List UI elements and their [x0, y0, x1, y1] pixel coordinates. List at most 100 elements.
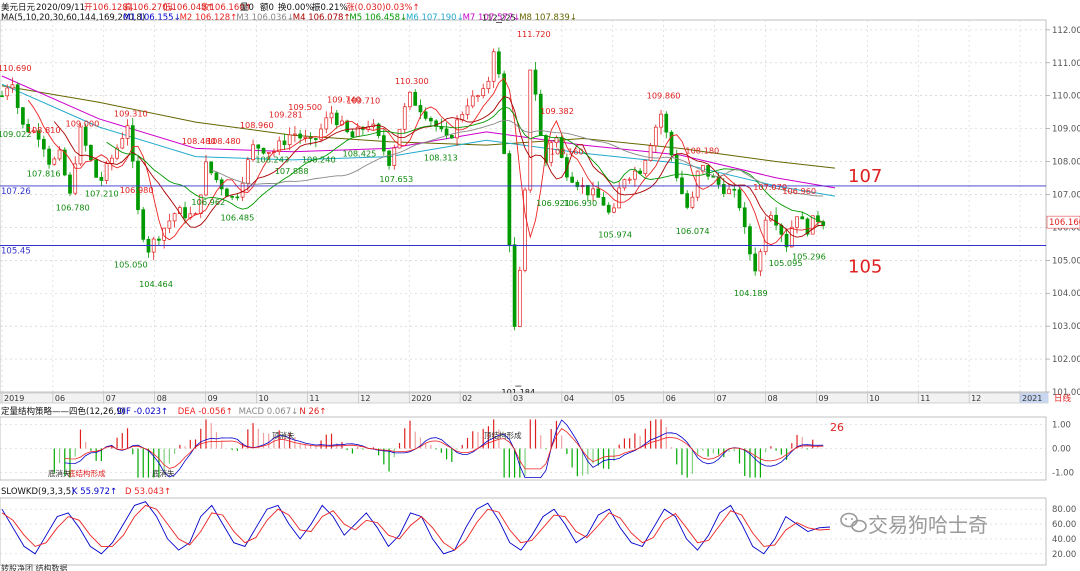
time-tick-label: 09 [208, 394, 218, 403]
candle-body [774, 214, 778, 226]
candle-body [10, 84, 15, 89]
footer-partial: 转股净团 结构数据 [1, 563, 68, 571]
price-extreme-label: 108.180 [685, 146, 719, 156]
candle-body [120, 138, 125, 149]
macd-legend-item: DIF -0.023↑ [117, 407, 168, 417]
price-extreme-label: 109.382 [540, 106, 574, 116]
quote-header: 美元日元 2020/09/11 开106.128↓ 高106.270↓ 低106… [1, 2, 420, 13]
candle-body [633, 170, 637, 180]
time-tick-label: 10 [259, 394, 269, 403]
price-extreme-label: 106.930 [563, 198, 597, 208]
candle-body [141, 209, 146, 240]
candle-body [622, 179, 627, 189]
time-tick-label: 03 [513, 394, 523, 403]
candle-body [606, 204, 611, 213]
signal-label: 顶消失 [272, 430, 295, 440]
candle-body [789, 226, 794, 248]
period-tag: 日线 [1054, 393, 1072, 404]
candle-body [345, 120, 350, 133]
kd-legend-item: K 55.972↑ [72, 487, 117, 497]
candle-body [251, 144, 255, 161]
candle-body [821, 221, 826, 226]
price-extreme-label: 106.962 [191, 197, 225, 207]
time-tick-label: 2021 [1022, 394, 1042, 403]
wechat-icon [840, 512, 867, 533]
candle-body [214, 172, 219, 181]
price-tick-label: 110.000 [1052, 92, 1080, 102]
price-extreme-label: 105.296 [792, 251, 826, 261]
candle-body [763, 219, 768, 253]
candle-body [261, 147, 266, 154]
price-tick-label: 112.000 [1052, 26, 1080, 36]
candle-body [52, 158, 57, 165]
signal-label: 底消失 [48, 468, 71, 478]
candle-body [313, 138, 318, 140]
price-extreme-label: 108.160 [550, 146, 584, 156]
candle-body [512, 244, 517, 327]
price-extreme-label: 106.485 [220, 212, 254, 222]
time-tick-label: 02 [462, 394, 472, 403]
candle-body [591, 188, 595, 196]
ma-cyan-line [1, 83, 836, 197]
candle-body [350, 131, 355, 138]
macd-legend-item: N 26↑ [299, 407, 326, 417]
chart-canvas: 美元日元 2020/09/11 开106.128↓ 高106.270↓ 低106… [0, 2, 1080, 571]
candle-body [664, 113, 669, 133]
annotation-105: 105 [848, 257, 882, 278]
macd-legend-item: MACD 0.067↓ [239, 407, 299, 417]
candle-body [742, 207, 747, 228]
price-tick-label: 105.000 [1052, 256, 1080, 266]
price-extreme-label: 112.225 [482, 12, 516, 22]
time-tick-label: 11 [309, 394, 319, 403]
price-extreme-label: 107.210 [85, 189, 119, 199]
quote-amount: 额0 [260, 2, 274, 13]
level-label: 107.26 [1, 187, 31, 197]
price-extreme-label: 105.050 [114, 260, 148, 270]
k-line [1, 501, 831, 555]
candle-body [266, 152, 271, 154]
time-tick-label: 12 [971, 394, 981, 403]
price-extreme-label: 109.500 [288, 102, 322, 112]
kd-title: SLOWKD(9,3,3,5) [1, 487, 74, 497]
time-tick-label: 05 [615, 394, 625, 403]
price-tick-label: 102.000 [1052, 355, 1080, 365]
price-extreme-label: 104.464 [139, 279, 173, 289]
time-tick-label: 12 [360, 394, 370, 403]
price-extreme-label: 109.310 [114, 108, 148, 118]
kd-tick-label: 80.00 [1052, 505, 1076, 515]
price-extreme-label: 108.243 [255, 155, 289, 165]
candle-body [465, 105, 470, 115]
price-extreme-label: 106.980 [120, 185, 154, 195]
candle-body [324, 117, 329, 130]
price-tick-label: 109.000 [1052, 125, 1080, 135]
candle-body [172, 213, 177, 222]
d-line [1, 504, 831, 551]
candle-body [329, 112, 334, 119]
price-tick-label: 104.000 [1052, 289, 1080, 299]
candle-body [245, 159, 250, 184]
time-tick-label: 2020 [411, 394, 431, 403]
candle-body [418, 105, 423, 113]
price-extreme-label: 109.710 [346, 95, 380, 105]
candle-body [758, 251, 763, 272]
candle-body [685, 193, 690, 208]
candle-body [470, 95, 475, 107]
candle-body [413, 91, 418, 106]
annotation-107: 107 [848, 166, 882, 187]
price-frame [0, 19, 1047, 393]
time-tick-label: 07 [106, 394, 116, 403]
time-tick-label: 08 [157, 394, 167, 403]
price-extreme-label: 110.690 [0, 63, 32, 73]
price-extreme-label: 108.425 [343, 148, 377, 158]
time-tick-label: 08 [768, 394, 778, 403]
price-extreme-label: 107.653 [379, 174, 413, 184]
candle-body [89, 145, 93, 161]
candle-body [429, 117, 433, 122]
candle-body [491, 51, 496, 82]
candle-body [732, 188, 737, 191]
candle-body [659, 113, 663, 128]
price-extreme-label: 110.300 [395, 76, 429, 86]
candle-body [800, 216, 805, 220]
candle-body [585, 184, 590, 196]
candle-body [334, 112, 339, 126]
